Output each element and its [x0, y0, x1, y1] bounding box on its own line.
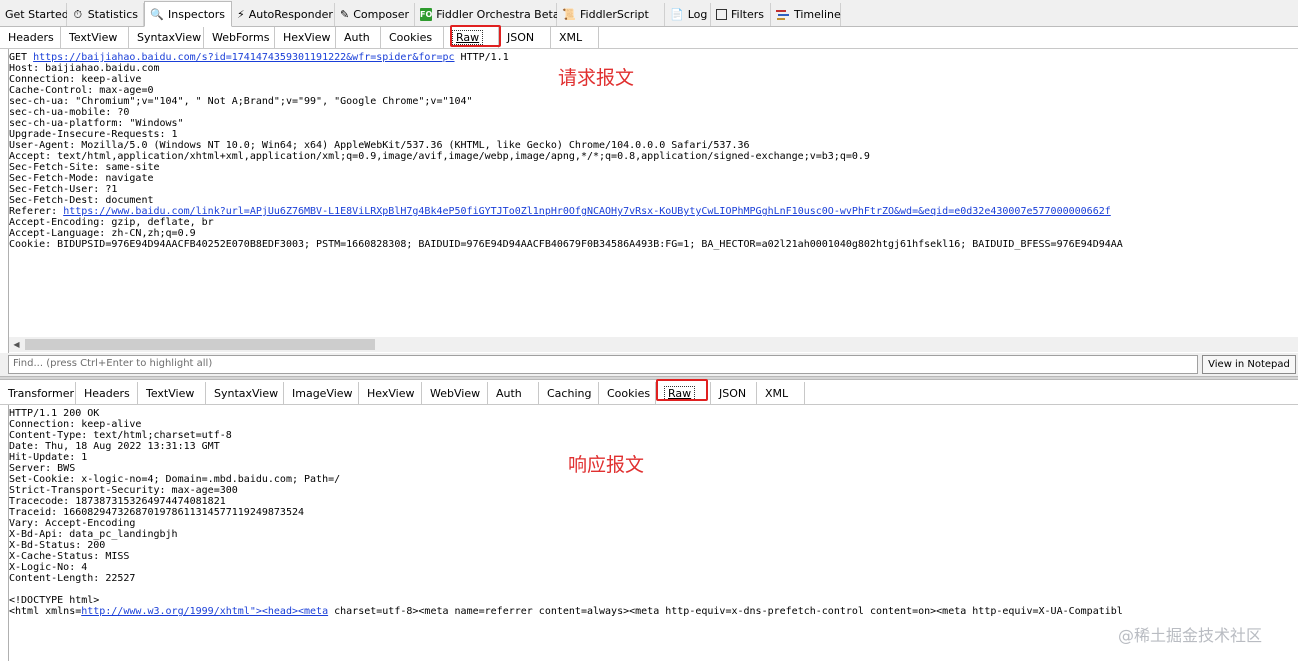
tab-label: TextView — [69, 31, 118, 44]
tab-label: SyntaxView — [137, 31, 202, 44]
tab-statistics[interactable]: ⏱ Statistics — [67, 3, 144, 26]
tab-label: JSON — [507, 31, 535, 44]
request-tab-webforms[interactable]: WebForms — [204, 27, 275, 48]
tab-label: Timeline — [794, 8, 841, 21]
tab-timeline[interactable]: Timeline — [771, 3, 841, 26]
fo-icon: FO — [420, 8, 433, 21]
referer-label: Referer: — [9, 206, 64, 217]
response-tab-textview[interactable]: TextView — [138, 382, 206, 404]
tab-filters[interactable]: Filters — [711, 3, 771, 26]
response-tab-xml[interactable]: XML — [757, 382, 805, 404]
tab-label: AutoResponder — [248, 8, 333, 21]
response-raw-text[interactable]: HTTP/1.1 200 OK Connection: keep-alive C… — [9, 408, 1123, 617]
tab-label: HexView — [367, 386, 415, 400]
tab-label: Auth — [344, 31, 370, 44]
response-doctype: <!DOCTYPE html> — [9, 595, 100, 606]
scroll-left-icon[interactable]: ◀ — [9, 337, 24, 352]
tab-label: Filters — [731, 8, 764, 21]
response-tab-syntaxview[interactable]: SyntaxView — [206, 382, 284, 404]
request-horizontal-scrollbar[interactable]: ◀ — [9, 337, 1298, 352]
tab-inspectors[interactable]: 🔍 Inspectors — [144, 1, 232, 27]
response-html-prefix: <html xmlns= — [9, 606, 82, 617]
response-tab-json[interactable]: JSON — [711, 382, 757, 404]
pencil-icon: ✎ — [340, 8, 350, 21]
timeline-icon — [776, 8, 790, 22]
timer-icon: ⏱ — [73, 7, 83, 21]
request-tab-syntaxview[interactable]: SyntaxView — [129, 27, 204, 48]
response-tab-auth[interactable]: Auth — [488, 382, 539, 404]
tab-label: Auth — [496, 386, 522, 400]
tab-label: XML — [559, 31, 583, 44]
tab-label: FiddlerScript — [580, 8, 649, 21]
tab-label: Fiddler Orchestra Beta — [436, 8, 560, 21]
response-tab-headers[interactable]: Headers — [76, 382, 138, 404]
view-in-notepad-button[interactable]: View in Notepad — [1202, 355, 1296, 374]
request-tab-auth[interactable]: Auth — [336, 27, 381, 48]
request-tab-json[interactable]: JSON — [499, 27, 551, 48]
request-tab-cookies[interactable]: Cookies — [381, 27, 444, 48]
find-bar: Find... (press Ctrl+Enter to highlight a… — [0, 353, 1298, 376]
tab-label: Composer — [353, 8, 410, 21]
checkbox-icon — [716, 9, 727, 20]
log-icon: 📄 — [670, 8, 684, 21]
tab-fiddlerscript[interactable]: 📜 FiddlerScript — [557, 3, 665, 26]
tab-composer[interactable]: ✎ Composer — [335, 3, 415, 26]
response-tab-strip: Transformer Headers TextView SyntaxView … — [0, 382, 1298, 405]
tab-label: Cookies — [607, 386, 651, 400]
request-tab-strip: Headers TextView SyntaxView WebForms Hex… — [0, 27, 1298, 49]
tab-label: WebForms — [212, 31, 270, 44]
tab-label: Get Started — [5, 8, 69, 21]
request-raw-highlight-box — [450, 25, 501, 47]
find-input[interactable]: Find... (press Ctrl+Enter to highlight a… — [8, 355, 1198, 374]
tab-label: TextView — [146, 386, 195, 400]
request-tab-hexview[interactable]: HexView — [275, 27, 336, 48]
tab-fiddler-orchestra[interactable]: FO Fiddler Orchestra Beta — [415, 3, 560, 26]
response-headers: HTTP/1.1 200 OK Connection: keep-alive C… — [9, 408, 341, 584]
request-tab-xml[interactable]: XML — [551, 27, 599, 48]
response-raw-highlight-box — [656, 379, 708, 401]
tab-label: Log — [687, 8, 708, 21]
request-method: GET — [9, 52, 34, 63]
tab-log[interactable]: 📄 Log — [665, 3, 711, 26]
tab-label: XML — [765, 386, 789, 400]
tab-label: HexView — [283, 31, 331, 44]
response-tab-hexview[interactable]: HexView — [359, 382, 422, 404]
script-icon: 📜 — [562, 8, 576, 21]
response-tab-webview[interactable]: WebView — [422, 382, 488, 404]
request-url-link[interactable]: https://baijiahao.baidu.com/s?id=1741474… — [33, 52, 454, 63]
tab-label: Headers — [8, 31, 54, 44]
scrollbar-thumb[interactable] — [25, 339, 375, 350]
tab-get-started[interactable]: Get Started — [0, 3, 69, 26]
lightning-icon: ⚡ — [237, 8, 245, 21]
response-tab-caching[interactable]: Caching — [539, 382, 599, 404]
response-tab-imageview[interactable]: ImageView — [284, 382, 359, 404]
response-tab-transformer[interactable]: Transformer — [0, 382, 76, 404]
tab-label: Inspectors — [168, 7, 226, 21]
tab-label: WebView — [430, 386, 481, 400]
response-tab-cookies[interactable]: Cookies — [599, 382, 656, 404]
tab-autoresponder[interactable]: ⚡ AutoResponder — [232, 3, 335, 26]
main-tab-strip: Get Started ⏱ Statistics 🔍 Inspectors ⚡ … — [0, 0, 1298, 27]
pane-splitter[interactable] — [0, 376, 1298, 380]
tab-label: Transformer — [8, 386, 75, 400]
tab-label: Caching — [547, 386, 592, 400]
request-tab-textview[interactable]: TextView — [61, 27, 129, 48]
request-protocol: HTTP/1.1 — [454, 52, 509, 63]
request-headers-b: Accept-Encoding: gzip, deflate, br Accep… — [9, 217, 1123, 250]
tab-label: Headers — [84, 386, 130, 400]
watermark: @稀土掘金技术社区 — [1118, 626, 1263, 645]
tab-label: ImageView — [292, 386, 353, 400]
magnifier-icon: 🔍 — [150, 7, 164, 21]
response-html-link[interactable]: http://www.w3.org/1999/xhtml"><head><met… — [81, 606, 328, 617]
referer-url-link[interactable]: https://www.baidu.com/link?url=APjUu6Z76… — [63, 206, 1111, 217]
response-html-suffix: charset=utf-8><meta name=referrer conten… — [328, 606, 1123, 617]
response-annotation: 响应报文 — [568, 454, 645, 476]
tab-label: Cookies — [389, 31, 433, 44]
tab-label: SyntaxView — [214, 386, 279, 400]
tab-label: JSON — [719, 386, 747, 400]
request-annotation: 请求报文 — [558, 67, 635, 89]
tab-label: Statistics — [87, 8, 138, 21]
request-tab-headers[interactable]: Headers — [0, 27, 61, 48]
request-headers-a: Host: baijiahao.baidu.com Connection: ke… — [9, 63, 870, 206]
